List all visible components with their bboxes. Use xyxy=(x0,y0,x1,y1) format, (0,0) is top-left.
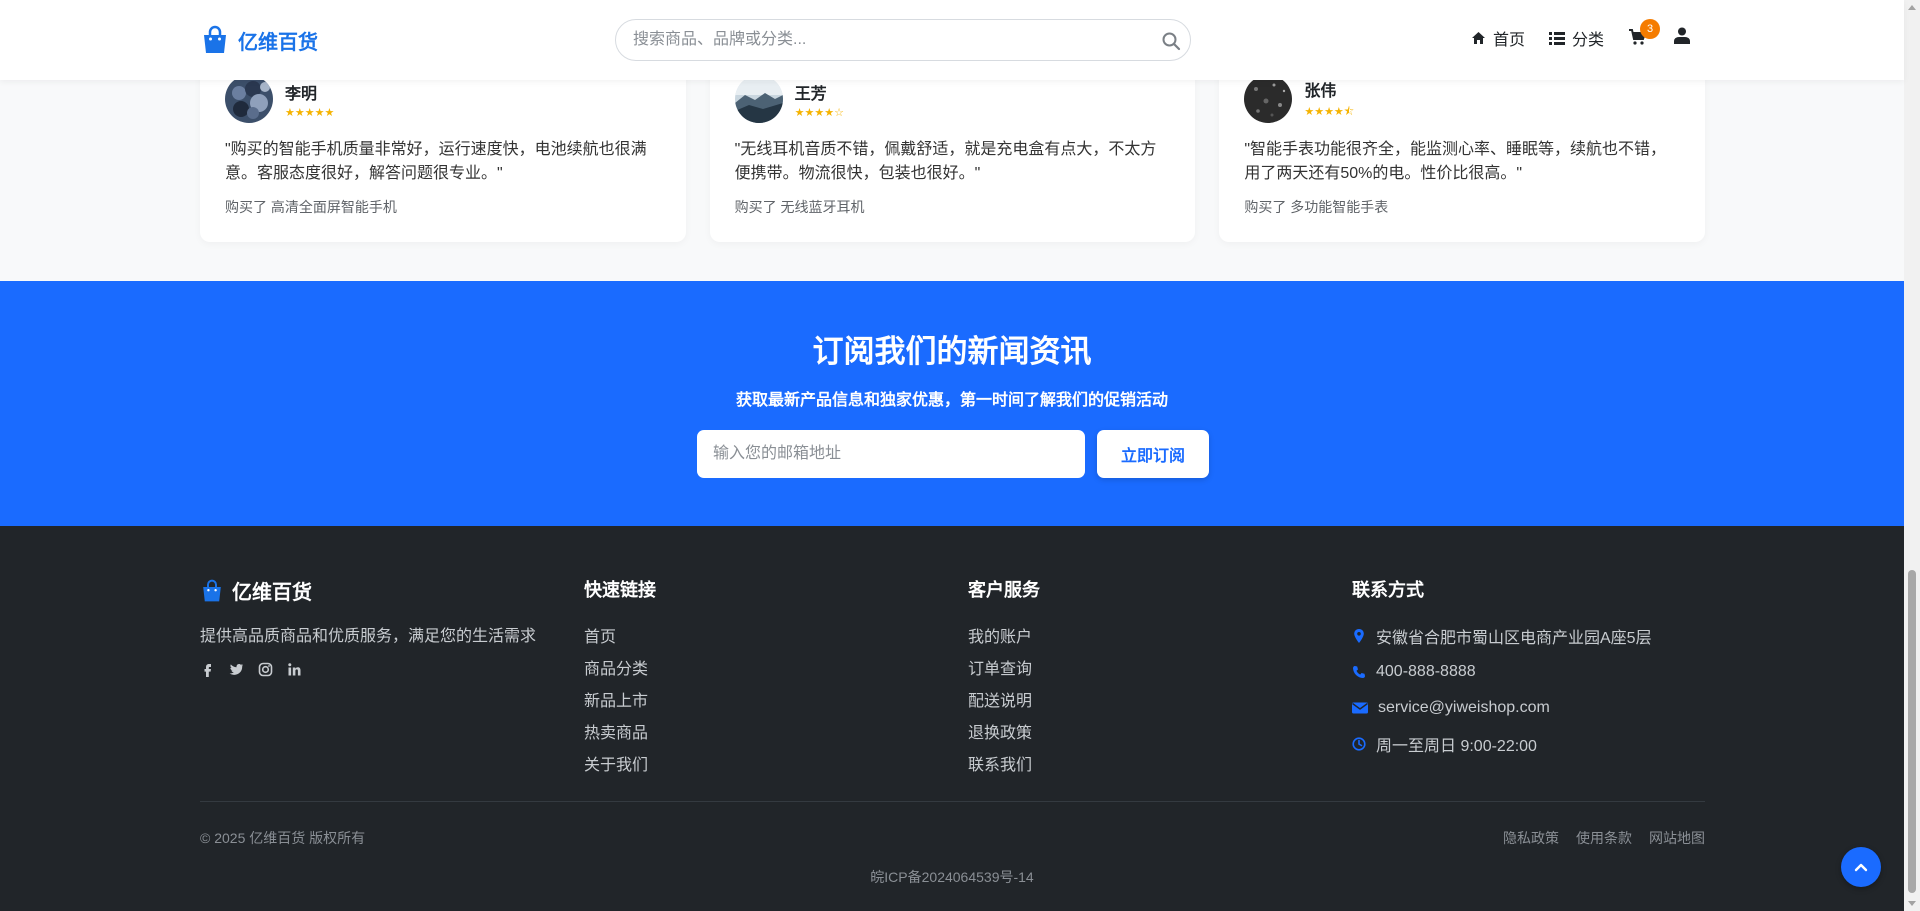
footer-divider xyxy=(200,801,1705,802)
contact-email: service@yiweishop.com xyxy=(1352,690,1652,726)
site-header: 亿维百货 首页 分类 xyxy=(0,0,1904,80)
purchased-product: 购买了 多功能智能手表 xyxy=(1244,199,1389,215)
nav-category[interactable]: 分类 xyxy=(1548,26,1604,50)
map-marker-icon xyxy=(1354,629,1364,643)
avatar xyxy=(1244,75,1293,123)
quick-links-column: 快速链接 首页 商品分类 新品上市 热卖商品 关于我们 xyxy=(584,576,656,782)
copyright-text: © 2025 亿维百货 版权所有 xyxy=(200,830,366,846)
user-account-button[interactable] xyxy=(1674,27,1690,49)
clock-icon xyxy=(1352,737,1366,751)
nav-home[interactable]: 首页 xyxy=(1471,26,1525,50)
contact-heading: 联系方式 xyxy=(1352,580,1424,600)
sitemap-link[interactable]: 网站地图 xyxy=(1649,828,1705,848)
contact-column: 联系方式 安徽省合肥市蜀山区电商产业园A座5层 400-888-8888 ser… xyxy=(1352,576,1652,762)
footer-link-returns[interactable]: 退换政策 xyxy=(968,718,1040,750)
footer-link-home[interactable]: 首页 xyxy=(584,622,656,654)
user-icon xyxy=(1674,27,1690,44)
purchased-product: 购买了 高清全面屏智能手机 xyxy=(225,199,397,215)
search-input[interactable] xyxy=(616,20,1136,60)
main-nav: 首页 分类 3 xyxy=(1471,19,1690,50)
avatar xyxy=(225,75,273,123)
newsletter-form: 立即订阅 xyxy=(697,430,1209,478)
rating-stars: ★★★★☆ xyxy=(794,106,844,119)
social-links xyxy=(200,662,536,677)
footer-bottom-links: 隐私政策 使用条款 网站地图 xyxy=(1503,828,1705,848)
home-icon xyxy=(1471,32,1485,44)
footer-link-shipping[interactable]: 配送说明 xyxy=(968,686,1040,718)
reviewer-info: 张伟 ★★★★⯪ xyxy=(1244,75,1680,123)
nav-home-label: 首页 xyxy=(1492,32,1525,49)
reviewer-name: 张伟 xyxy=(1304,82,1337,100)
page-scrollbar[interactable] xyxy=(1904,0,1920,911)
envelope-icon xyxy=(1352,702,1368,714)
site-logo[interactable]: 亿维百货 xyxy=(200,25,318,55)
footer-description: 提供高品质商品和优质服务，满足您的生活需求 xyxy=(200,628,537,645)
review-card: 张伟 ★★★★⯪ "智能手表功能很齐全，能监测心率、睡眠等，续航也不错，用了两天… xyxy=(1219,60,1706,242)
avatar xyxy=(734,75,783,123)
facebook-icon[interactable] xyxy=(200,662,215,677)
newsletter-subtitle: 获取最新产品信息和独家优惠，第一时间了解我们的促销活动 xyxy=(735,392,1168,409)
phone-text: 400-888-8888 xyxy=(1376,663,1476,680)
footer-link-categories[interactable]: 商品分类 xyxy=(584,654,656,686)
contact-address: 安徽省合肥市蜀山区电商产业园A座5层 xyxy=(1352,618,1652,654)
footer-brand-column: 亿维百货 提供高品质商品和优质服务，满足您的生活需求 xyxy=(200,576,536,677)
cart-count-badge: 3 xyxy=(1640,19,1660,39)
newsletter-title: 订阅我们的新闻资讯 xyxy=(812,334,1092,369)
phone-icon xyxy=(1353,666,1365,678)
search-bar xyxy=(615,19,1191,61)
shopping-bag-icon xyxy=(204,25,226,53)
subscribe-button[interactable]: 立即订阅 xyxy=(1097,430,1209,478)
back-to-top-button[interactable] xyxy=(1841,847,1881,887)
purchased-product: 购买了 无线蓝牙耳机 xyxy=(734,199,865,215)
review-text: "无线耳机音质不错，佩戴舒适，就是充电盒有点大，不太方便携带。物流很快，包装也很… xyxy=(734,141,1157,182)
quick-links-heading: 快速链接 xyxy=(584,580,656,600)
list-icon xyxy=(1548,31,1565,45)
instagram-icon[interactable] xyxy=(258,662,273,677)
search-icon[interactable] xyxy=(1160,30,1182,52)
twitter-icon[interactable] xyxy=(229,662,244,677)
nav-category-label: 分类 xyxy=(1571,32,1604,49)
footer-link-new-arrivals[interactable]: 新品上市 xyxy=(584,686,656,718)
footer-link-order-lookup[interactable]: 订单查询 xyxy=(968,654,1040,686)
contact-phone: 400-888-8888 xyxy=(1352,654,1652,690)
review-card: 李明 ★★★★★ "购买的智能手机质量非常好，运行速度快，电池续航也很满意。客服… xyxy=(200,60,686,242)
email-text: service@yiweishop.com xyxy=(1378,699,1550,716)
email-field[interactable] xyxy=(697,430,1085,478)
chevron-up-icon xyxy=(1854,863,1868,872)
scroll-thumb[interactable] xyxy=(1908,570,1916,893)
icp-license-text[interactable]: 皖ICP备2024064539号-14 xyxy=(0,867,1904,887)
linkedin-icon[interactable] xyxy=(287,662,302,677)
rating-stars: ★★★★★ xyxy=(285,106,335,119)
reviewer-info: 李明 ★★★★★ xyxy=(225,75,661,123)
scroll-down-arrow[interactable] xyxy=(1908,901,1916,906)
footer-link-contact[interactable]: 联系我们 xyxy=(968,750,1040,782)
rating-stars: ★★★★⯪ xyxy=(1304,105,1355,118)
reviewer-name: 王芳 xyxy=(794,85,827,103)
site-footer: 亿维百货 提供高品质商品和优质服务，满足您的生活需求 快速链接 首页 商品分类 … xyxy=(0,526,1904,911)
footer-link-about[interactable]: 关于我们 xyxy=(584,750,656,782)
footer-link-my-account[interactable]: 我的账户 xyxy=(968,622,1040,654)
footer-logo[interactable]: 亿维百货 xyxy=(200,576,536,605)
review-text: "购买的智能手机质量非常好，运行速度快，电池续航也很满意。客服态度很好，解答问题… xyxy=(225,141,647,182)
cart-button[interactable]: 3 xyxy=(1628,19,1660,48)
contact-hours: 周一至周日 9:00-22:00 xyxy=(1352,726,1652,762)
scroll-up-arrow[interactable] xyxy=(1908,5,1916,10)
review-text: "智能手表功能很齐全，能监测心率、睡眠等，续航也不错，用了两天还有50%的电。性… xyxy=(1244,141,1667,182)
logo-text: 亿维百货 xyxy=(238,31,318,54)
newsletter-section: 订阅我们的新闻资讯 获取最新产品信息和独家优惠，第一时间了解我们的促销活动 立即… xyxy=(0,281,1904,526)
customer-reviews: 李明 ★★★★★ "购买的智能手机质量非常好，运行速度快，电池续航也很满意。客服… xyxy=(200,60,1706,242)
reviewer-name: 李明 xyxy=(285,85,318,103)
customer-service-column: 客户服务 我的账户 订单查询 配送说明 退换政策 联系我们 xyxy=(968,576,1040,782)
address-text: 安徽省合肥市蜀山区电商产业园A座5层 xyxy=(1376,630,1652,647)
customer-service-heading: 客户服务 xyxy=(968,580,1040,600)
review-card: 王芳 ★★★★☆ "无线耳机音质不错，佩戴舒适，就是充电盒有点大，不太方便携带。… xyxy=(709,60,1196,242)
terms-of-use-link[interactable]: 使用条款 xyxy=(1576,828,1632,848)
footer-link-hot-sellers[interactable]: 热卖商品 xyxy=(584,718,656,750)
hours-text: 周一至周日 9:00-22:00 xyxy=(1376,738,1537,755)
shopping-bag-icon xyxy=(203,579,221,601)
privacy-policy-link[interactable]: 隐私政策 xyxy=(1503,828,1559,848)
reviewer-info: 王芳 ★★★★☆ xyxy=(734,75,1171,123)
footer-brand-name: 亿维百货 xyxy=(232,582,312,604)
